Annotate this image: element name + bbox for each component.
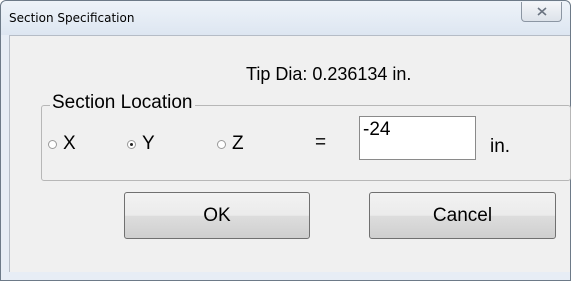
equals-sign: = [315, 132, 327, 153]
section-value-input[interactable]: -24 [359, 116, 476, 160]
radio-z-label[interactable]: Z [232, 133, 244, 155]
radio-y[interactable]: Y [127, 133, 155, 155]
section-location-legend: Section Location [50, 92, 195, 114]
ok-button[interactable]: OK [124, 192, 310, 239]
radio-x[interactable]: X [48, 133, 76, 155]
radio-x-circle[interactable] [48, 139, 57, 149]
dialog-window: Section Specification Tip Dia: 0.236134 … [0, 0, 571, 281]
units-label: in. [490, 136, 511, 157]
tip-dia-label: Tip Dia: 0.236134 in. [246, 64, 412, 84]
radio-z[interactable]: Z [217, 133, 244, 155]
close-icon [537, 7, 547, 16]
radio-x-label[interactable]: X [63, 133, 76, 155]
cancel-button[interactable]: Cancel [369, 192, 556, 239]
section-location-group: Section Location X Y Z = -24 in. [41, 92, 571, 181]
radio-y-circle[interactable] [127, 139, 136, 149]
radio-y-label[interactable]: Y [142, 133, 155, 155]
title-bar[interactable]: Section Specification [1, 1, 570, 35]
radio-z-circle[interactable] [217, 139, 226, 149]
close-button[interactable] [521, 2, 562, 22]
dialog-content: Tip Dia: 0.236134 in. Section Location X… [9, 35, 571, 272]
window-title: Section Specification [9, 11, 135, 25]
